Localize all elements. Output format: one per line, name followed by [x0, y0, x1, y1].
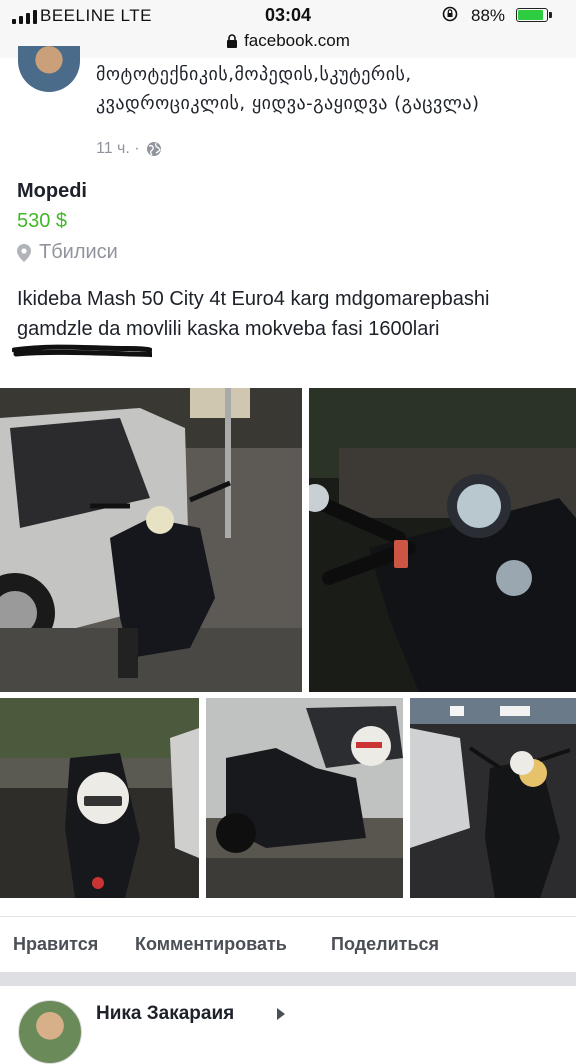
group-avatar[interactable] [18, 46, 80, 92]
listing-photo-1[interactable] [0, 388, 302, 692]
listing-photo-2[interactable] [309, 388, 576, 692]
address-bar[interactable]: facebook.com [0, 31, 576, 51]
listing-photo-5[interactable] [410, 698, 576, 898]
location-text: Тбилиси [39, 241, 118, 263]
next-post-author[interactable]: Ника Закараия [96, 1003, 234, 1025]
share-button[interactable]: Поделиться [331, 934, 439, 955]
url-text: facebook.com [244, 31, 350, 50]
group-name[interactable]: მოტოტექნიკის,მოპედის,სკუტერის, კვადროციკ… [96, 60, 556, 118]
status-bar: BEELINE LTE 03:04 88% facebook.com [0, 0, 576, 58]
battery-icon [516, 8, 548, 22]
description-line-2: gamdzle da movlili kaska mokveba fasi 16… [17, 318, 440, 340]
battery-percent: 88% [471, 6, 506, 25]
location-pin-icon [17, 243, 31, 262]
rotation-lock-icon [442, 6, 458, 22]
post-meta: 11 ч. · [96, 140, 162, 158]
globe-icon [146, 142, 161, 156]
post-actions: Нравится Комментировать Поделиться [0, 916, 576, 973]
battery-tip [549, 12, 552, 18]
comment-button[interactable]: Комментировать [135, 934, 287, 955]
listing-description: Ikideba Mash 50 City 4t Euro4 karg mdgom… [17, 284, 573, 344]
redaction-scribble [12, 344, 152, 358]
listing-photo-3[interactable] [0, 698, 199, 898]
chevron-right-icon [277, 1008, 285, 1020]
lock-icon [227, 34, 238, 48]
listing-location: Тбилиси [17, 241, 118, 264]
post-time[interactable]: 11 ч. · [96, 140, 140, 158]
description-line-1: Ikideba Mash 50 City 4t Euro4 karg mdgom… [17, 288, 490, 310]
listing-photo-4[interactable] [206, 698, 403, 898]
feed-divider [0, 972, 576, 986]
listing-price: 530 $ [17, 210, 68, 232]
listing-title: Mopedi [17, 180, 87, 202]
author-avatar[interactable] [18, 1000, 82, 1064]
like-button[interactable]: Нравится [13, 934, 98, 955]
